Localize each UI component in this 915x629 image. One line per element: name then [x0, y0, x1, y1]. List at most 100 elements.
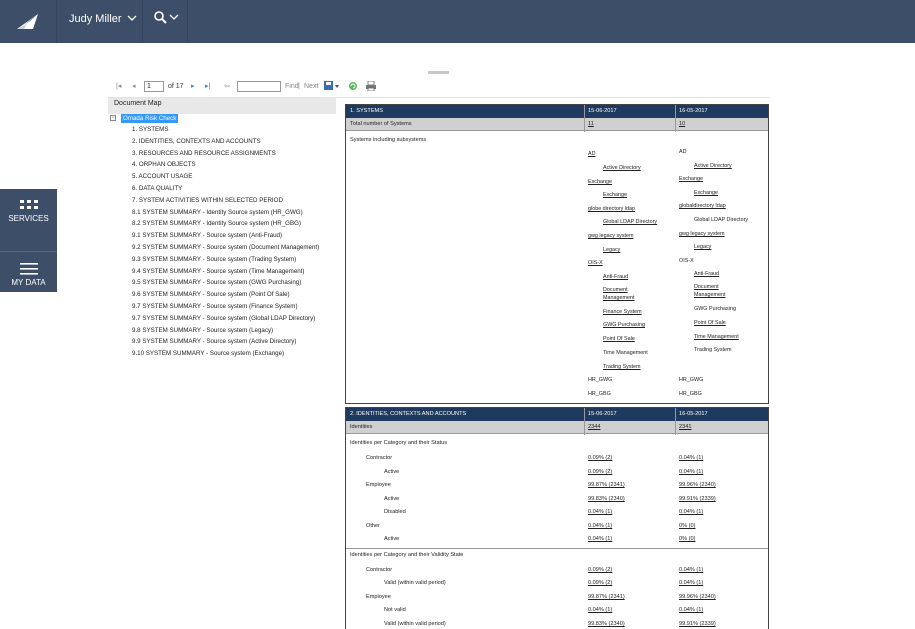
system-entry[interactable]: HR_GBG — [588, 390, 611, 398]
system-entry[interactable]: AD — [679, 148, 687, 156]
user-menu-button[interactable]: Judy Miller — [58, 0, 143, 43]
document-map-item[interactable]: 9.9 SYSTEM SUMMARY - Source system (Acti… — [132, 336, 296, 347]
first-page-icon[interactable]: |◂ — [116, 79, 121, 95]
system-entry[interactable]: Time Management — [603, 349, 648, 357]
document-map-item[interactable]: 8.1 SYSTEM SUMMARY - Identity Source sys… — [132, 207, 303, 218]
back-icon[interactable]: ⇦ — [224, 79, 230, 95]
page-number-input[interactable] — [144, 81, 164, 92]
system-entry[interactable]: GWG Purchasing — [603, 321, 645, 329]
document-map-item[interactable]: 9.7 SYSTEM SUMMARY - Source system (Glob… — [132, 313, 315, 324]
system-entry[interactable]: Legacy — [694, 243, 711, 251]
value-date-2[interactable]: 0.04% (1) — [679, 566, 703, 574]
value-date-1[interactable]: 0.09% (2) — [588, 454, 612, 462]
value-date-2[interactable]: 99.91% (2339) — [679, 620, 716, 628]
document-map-item[interactable]: 7. SYSTEM ACTIVITIES WITHIN SELECTED PER… — [132, 195, 283, 206]
document-map-item[interactable]: 9.7 SYSTEM SUMMARY - Source system (Fina… — [132, 301, 298, 312]
find-input[interactable] — [237, 81, 281, 92]
system-entry[interactable]: Trading System — [694, 346, 732, 354]
document-map-item[interactable]: 4. ORPHAN OBJECTS — [132, 159, 196, 170]
system-entry[interactable]: Document — [603, 286, 628, 294]
value-date-1[interactable]: 0.04% (1) — [588, 535, 612, 543]
document-map-item[interactable]: 9.6 SYSTEM SUMMARY - Source system (Poin… — [132, 289, 290, 300]
document-map-item[interactable]: 9.10 SYSTEM SUMMARY - Source system (Exc… — [132, 348, 284, 359]
value-date-1[interactable]: 0.04% (1) — [588, 522, 612, 530]
prev-page-icon[interactable]: ◂ — [132, 79, 136, 95]
value-date-2[interactable]: 0.04% (1) — [679, 508, 703, 516]
system-entry[interactable]: globaldirectory ldap — [679, 202, 726, 210]
last-page-icon[interactable]: ▸| — [205, 79, 210, 95]
tree-root[interactable]: − Omada Risk Check — [110, 113, 345, 124]
value-date-2[interactable]: 99.96% (2340) — [679, 593, 716, 601]
document-map-item[interactable]: 3. RESOURCES AND RESOURCE ASSIGNMENTS — [132, 148, 276, 159]
value-date-2[interactable]: 0.04% (1) — [679, 606, 703, 614]
system-entry[interactable]: OIS-X — [588, 259, 603, 267]
document-map-item[interactable]: 9.4 SYSTEM SUMMARY - Source system (Time… — [132, 266, 305, 277]
document-map-item[interactable]: 8.2 SYSTEM SUMMARY - Identity Source sys… — [132, 218, 301, 229]
identities-value-2[interactable]: 2341 — [679, 421, 691, 434]
system-entry[interactable]: Active Directory — [603, 164, 641, 172]
document-map-item[interactable]: 9.8 SYSTEM SUMMARY - Source system (Lega… — [132, 325, 273, 336]
resize-handle[interactable] — [428, 71, 449, 74]
collapse-icon[interactable]: − — [110, 115, 116, 121]
system-entry[interactable]: HR_GWG — [588, 376, 612, 384]
system-entry[interactable]: HR_GBG — [679, 390, 702, 398]
total-value-2[interactable]: 10 — [679, 118, 685, 131]
system-entry[interactable]: Global LDAP Directory — [694, 216, 748, 224]
system-entry[interactable]: gwg legacy system — [588, 232, 634, 240]
document-map-item[interactable]: 2. IDENTITIES, CONTEXTS AND ACCOUNTS — [132, 136, 261, 147]
value-date-2[interactable]: 0.04% (1) — [679, 579, 703, 587]
system-entry[interactable]: Exchange — [588, 178, 612, 186]
system-entry[interactable]: Exchange — [603, 191, 627, 199]
system-entry[interactable]: Legacy — [603, 246, 620, 254]
value-date-2[interactable]: 0.04% (1) — [679, 454, 703, 462]
identities-value-1[interactable]: 2344 — [588, 421, 600, 434]
system-entry[interactable]: Exchange — [679, 175, 703, 183]
export-icon[interactable] — [324, 81, 340, 91]
value-date-2[interactable]: 0% (0) — [679, 522, 695, 530]
system-entry[interactable]: GWG Purchasing — [694, 305, 736, 313]
system-entry[interactable]: Exchange — [694, 189, 718, 197]
value-date-1[interactable]: 0.09% (2) — [588, 566, 612, 574]
value-date-2[interactable]: 0.04% (1) — [679, 468, 703, 476]
value-date-2[interactable]: 99.91% (2339) — [679, 495, 716, 503]
system-entry[interactable]: Active Directory — [694, 162, 732, 170]
system-entry[interactable]: AD — [588, 150, 596, 158]
document-map-item[interactable]: 1. SYSTEMS — [132, 124, 168, 135]
document-map-item[interactable]: 6. DATA QUALITY — [132, 183, 182, 194]
value-date-1[interactable]: 0.04% (1) — [588, 508, 612, 516]
value-date-1[interactable]: 99.87% (2341) — [588, 481, 625, 489]
document-map-item[interactable]: 9.3 SYSTEM SUMMARY - Source system (Trad… — [132, 254, 296, 265]
system-entry[interactable]: Time Management — [694, 333, 739, 341]
value-date-1[interactable]: 99.87% (2341) — [588, 593, 625, 601]
value-date-2[interactable]: 0% (0) — [679, 535, 695, 543]
value-date-2[interactable]: 99.96% (2340) — [679, 481, 716, 489]
system-entry[interactable]: Anti-Fraud — [603, 273, 628, 281]
services-button[interactable]: SERVICES — [0, 200, 57, 251]
value-date-1[interactable]: 99.83% (2340) — [588, 620, 625, 628]
value-date-1[interactable]: 0.09% (2) — [588, 579, 612, 587]
system-entry[interactable]: Finance System — [603, 308, 642, 316]
system-entry[interactable]: gwg legacy system — [679, 230, 725, 238]
tree-root-label[interactable]: Omada Risk Check — [121, 114, 179, 123]
document-map-item[interactable]: 9.2 SYSTEM SUMMARY - Source system (Docu… — [132, 242, 319, 253]
system-entry[interactable]: Trading System — [603, 363, 641, 371]
document-map-item[interactable]: 9.5 SYSTEM SUMMARY - Source system (GWG … — [132, 277, 301, 288]
system-entry[interactable]: Anti-Fraud — [694, 270, 719, 278]
value-date-1[interactable]: 0.04% (1) — [588, 606, 612, 614]
system-entry[interactable]: Global LDAP Directory — [603, 218, 657, 226]
next-link[interactable]: Next — [304, 79, 318, 95]
next-page-icon[interactable]: ▸ — [191, 79, 195, 95]
system-entry[interactable]: Point Of Sale — [603, 335, 635, 343]
my-data-button[interactable]: MY DATA — [0, 251, 57, 302]
system-entry[interactable]: HR_GWG — [679, 376, 703, 384]
system-entry[interactable]: OIS-X — [679, 257, 694, 265]
print-icon[interactable] — [366, 81, 376, 91]
value-date-1[interactable]: 99.83% (2340) — [588, 495, 625, 503]
search-menu-button[interactable] — [144, 0, 188, 43]
system-entry[interactable]: Document — [694, 283, 719, 291]
find-link[interactable]: Find — [285, 79, 299, 95]
system-entry[interactable]: globe directory ldap — [588, 205, 635, 213]
refresh-icon[interactable] — [348, 81, 358, 91]
value-date-1[interactable]: 0.09% (2) — [588, 468, 612, 476]
document-map-item[interactable]: 9.1 SYSTEM SUMMARY - Source system (Anti… — [132, 230, 282, 241]
